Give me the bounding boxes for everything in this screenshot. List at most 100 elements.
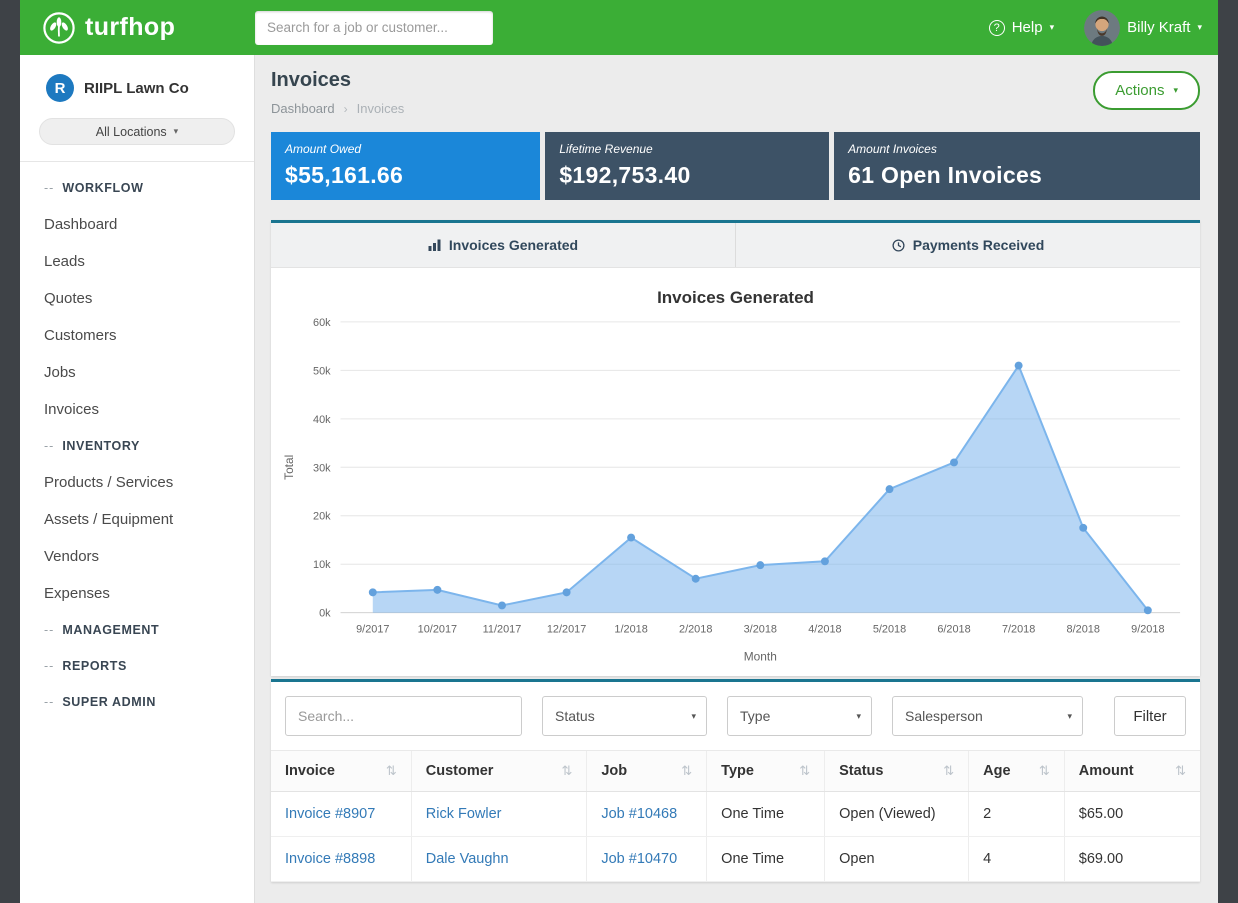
chart-tabs: Invoices Generated Payments Received — [271, 223, 1200, 268]
tab-payments-received[interactable]: Payments Received — [735, 223, 1200, 267]
chevron-down-icon: ▾ — [1173, 86, 1178, 95]
sort-icon[interactable]: ⇅ — [561, 763, 572, 779]
table-cell: $65.00 — [1064, 792, 1200, 837]
customer-link[interactable]: Rick Fowler — [426, 806, 502, 822]
breadcrumb: Dashboard›Invoices — [271, 101, 404, 116]
svg-text:6/2018: 6/2018 — [937, 624, 970, 636]
table-row: Invoice #8898 Dale Vaughn Job #10470 One Ti… — [271, 837, 1200, 882]
sort-icon[interactable]: ⇅ — [386, 763, 397, 779]
svg-text:8/2018: 8/2018 — [1067, 624, 1100, 636]
breadcrumb-item[interactable]: Invoices — [357, 101, 405, 116]
invoice-link[interactable]: Invoice #8907 — [285, 806, 375, 822]
svg-text:7/2018: 7/2018 — [1002, 624, 1035, 636]
table-cell: 2 — [969, 792, 1065, 837]
job-link[interactable]: Job #10468 — [601, 806, 677, 822]
main-content: Invoices Dashboard›Invoices Actions ▾ Am… — [255, 55, 1218, 903]
section-dash-icon: -- — [44, 181, 54, 195]
svg-text:50k: 50k — [313, 365, 331, 377]
breadcrumb-item[interactable]: Dashboard — [271, 101, 335, 116]
column-header-invoice[interactable]: Invoice ⇅ — [271, 751, 411, 792]
salesperson-select[interactable]: Salesperson ▾ — [892, 696, 1083, 736]
status-select[interactable]: Status ▾ — [542, 696, 707, 736]
bar-chart-icon — [428, 239, 441, 251]
company-header: R RIIPL Lawn Co — [20, 55, 254, 116]
section-dash-icon: -- — [44, 623, 54, 637]
svg-text:9/2017: 9/2017 — [356, 624, 389, 636]
turfhop-logo-icon — [42, 11, 76, 45]
svg-text:1/2018: 1/2018 — [614, 624, 647, 636]
svg-text:10/2017: 10/2017 — [418, 624, 457, 636]
column-header-customer[interactable]: Customer ⇅ — [411, 751, 587, 792]
sidebar-item-leads[interactable]: Leads — [44, 243, 254, 280]
sidebar-section-workflow[interactable]: -- WORKFLOW — [44, 170, 254, 206]
actions-button[interactable]: Actions ▾ — [1093, 71, 1200, 110]
chevron-down-icon: ▾ — [1050, 23, 1055, 32]
company-logo-icon: R — [46, 74, 74, 102]
sidebar-item-dashboard[interactable]: Dashboard — [44, 206, 254, 243]
sidebar-item-customers[interactable]: Customers — [44, 317, 254, 354]
company-name: RIIPL Lawn Co — [84, 80, 189, 97]
sidebar-item-expenses[interactable]: Expenses — [44, 575, 254, 612]
sidebar-item-invoices[interactable]: Invoices — [44, 391, 254, 428]
table-cell: Open (Viewed) — [825, 792, 969, 837]
sidebar-item-assets-equipment[interactable]: Assets / Equipment — [44, 501, 254, 538]
job-link[interactable]: Job #10470 — [601, 851, 677, 867]
invoice-link[interactable]: Invoice #8898 — [285, 851, 375, 867]
desktop-frame: turfhop ? Help ▾ — [0, 0, 1238, 903]
global-search-input[interactable] — [255, 11, 493, 45]
sidebar-section-reports[interactable]: -- REPORTS — [44, 648, 254, 684]
user-menu[interactable]: Billy Kraft ▾ — [1084, 10, 1202, 46]
tab-invoices-generated[interactable]: Invoices Generated — [271, 223, 735, 267]
sidebar-item-quotes[interactable]: Quotes — [44, 280, 254, 317]
stat-label: Lifetime Revenue — [559, 142, 815, 156]
column-header-amount[interactable]: Amount ⇅ — [1064, 751, 1200, 792]
page-title: Invoices — [271, 69, 404, 92]
svg-text:11/2017: 11/2017 — [483, 624, 522, 636]
page-header: Invoices Dashboard›Invoices Actions ▾ — [271, 69, 1200, 116]
column-header-age[interactable]: Age ⇅ — [969, 751, 1065, 792]
sidebar-section-super-admin[interactable]: -- SUPER ADMIN — [44, 684, 254, 720]
sort-icon[interactable]: ⇅ — [1039, 763, 1050, 779]
svg-text:Month: Month — [744, 649, 777, 663]
column-header-job[interactable]: Job ⇅ — [587, 751, 707, 792]
filter-selects: Status ▾ Type ▾ Salesperson ▾ — [542, 696, 1083, 736]
stat-value: $192,753.40 — [559, 162, 815, 189]
table-row: Invoice #8907Rick FowlerJob #10468One Ti… — [271, 792, 1200, 837]
svg-text:Total: Total — [282, 455, 296, 480]
sidebar-item-jobs[interactable]: Jobs — [44, 354, 254, 391]
locations-dropdown[interactable]: All Locations ▾ — [39, 118, 235, 145]
help-label: Help — [1012, 19, 1043, 36]
svg-text:3/2018: 3/2018 — [744, 624, 777, 636]
sort-icon[interactable]: ⇅ — [681, 763, 692, 779]
column-header-type[interactable]: Type ⇅ — [707, 751, 825, 792]
sort-icon[interactable]: ⇅ — [943, 763, 954, 779]
brand[interactable]: turfhop — [20, 11, 255, 45]
help-menu[interactable]: ? Help ▾ — [989, 19, 1054, 36]
sidebar-section-management[interactable]: -- MANAGEMENT — [44, 612, 254, 648]
stat-value: $55,161.66 — [285, 162, 526, 189]
sidebar-item-products-services[interactable]: Products / Services — [44, 464, 254, 501]
sort-icon[interactable]: ⇅ — [799, 763, 810, 779]
chevron-down-icon: ▾ — [1067, 712, 1072, 721]
sidebar-nav: -- WORKFLOWDashboardLeadsQuotesCustomers… — [20, 162, 254, 720]
table-cell: One Time — [707, 837, 825, 882]
table-search-input[interactable] — [285, 696, 522, 736]
filter-button[interactable]: Filter — [1114, 696, 1186, 736]
sidebar-section-inventory[interactable]: -- INVENTORY — [44, 428, 254, 464]
svg-text:5/2018: 5/2018 — [873, 624, 906, 636]
customer-link[interactable]: Dale Vaughn — [426, 851, 509, 867]
column-header-status[interactable]: Status ⇅ — [825, 751, 969, 792]
table-cell: Open — [825, 837, 969, 882]
stat-label: Amount Owed — [285, 142, 526, 156]
svg-text:60k: 60k — [313, 317, 331, 329]
stat-label: Amount Invoices — [848, 142, 1186, 156]
user-name: Billy Kraft — [1127, 19, 1190, 36]
chart-area: Invoices Generated 0k10k20k30k40k50k60k9… — [271, 268, 1200, 676]
sort-icon[interactable]: ⇅ — [1175, 763, 1186, 779]
invoices-table: Invoice ⇅ Customer ⇅ Job ⇅ Type ⇅ Status… — [271, 750, 1200, 882]
section-dash-icon: -- — [44, 439, 54, 453]
chart-title: Invoices Generated — [279, 288, 1192, 308]
type-select[interactable]: Type ▾ — [727, 696, 872, 736]
svg-text:12/2017: 12/2017 — [547, 624, 586, 636]
sidebar-item-vendors[interactable]: Vendors — [44, 538, 254, 575]
